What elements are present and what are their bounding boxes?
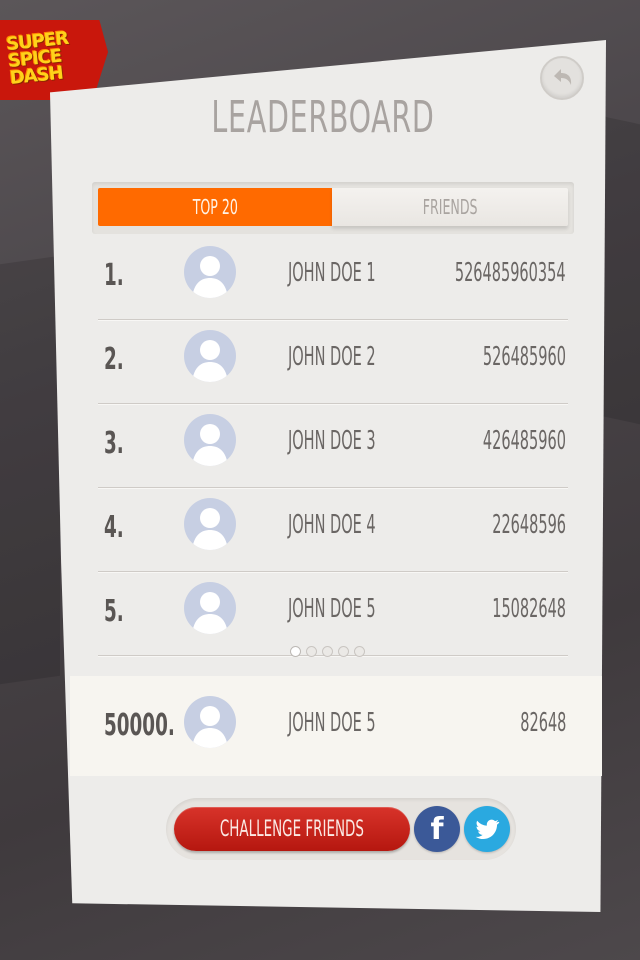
- page-dot-2[interactable]: [306, 646, 317, 657]
- page-indicator: [290, 646, 365, 657]
- avatar: [184, 582, 236, 634]
- row-score: 22648596: [492, 510, 566, 540]
- logo-text: SUPER SPICE DASH: [5, 28, 91, 89]
- user-silhouette-icon: [192, 508, 228, 550]
- leaderboard-row[interactable]: 5. JOHN DOE 5 15082648: [98, 572, 568, 656]
- twitter-icon: [475, 819, 500, 840]
- tab-bar: TOP 20 FRIENDS: [92, 182, 574, 234]
- row-score: 426485960: [482, 426, 566, 456]
- avatar: [184, 414, 236, 466]
- user-silhouette-icon: [192, 706, 228, 748]
- tab-friends[interactable]: FRIENDS: [332, 188, 568, 226]
- row-score: 15082648: [492, 594, 566, 624]
- row-rank: 5.: [104, 594, 124, 629]
- background-shard: [0, 255, 60, 685]
- row-rank: 3.: [104, 426, 124, 461]
- avatar: [184, 696, 236, 748]
- my-name: JOHN DOE 5: [288, 708, 376, 738]
- page-dot-1[interactable]: [290, 646, 301, 657]
- my-rank-row[interactable]: 50000. JOHN DOE 5 82648: [98, 686, 568, 770]
- row-score: 526485960354: [455, 258, 566, 288]
- row-score: 526485960: [482, 342, 566, 372]
- back-button[interactable]: [540, 56, 584, 100]
- my-rank: 50000.: [104, 708, 175, 743]
- game-logo: SUPER SPICE DASH: [0, 20, 108, 100]
- row-rank: 2.: [104, 342, 124, 377]
- page-dot-5[interactable]: [354, 646, 365, 657]
- page-dot-3[interactable]: [322, 646, 333, 657]
- row-name: JOHN DOE 3: [288, 426, 376, 456]
- back-arrow-icon: [554, 69, 572, 85]
- user-silhouette-icon: [192, 256, 228, 298]
- challenge-friends-label: CHALLENGE FRIENDS: [219, 816, 365, 842]
- twitter-button[interactable]: [464, 806, 510, 852]
- user-silhouette-icon: [192, 340, 228, 382]
- row-rank: 1.: [104, 258, 124, 293]
- tab-friends-label: FRIENDS: [422, 195, 478, 219]
- facebook-icon: f: [430, 811, 444, 847]
- user-silhouette-icon: [192, 424, 228, 466]
- tab-top-20-label: TOP 20: [192, 195, 238, 219]
- leaderboard-row[interactable]: 3. JOHN DOE 3 426485960: [98, 404, 568, 488]
- leaderboard-row[interactable]: 4. JOHN DOE 4 22648596: [98, 488, 568, 572]
- leaderboard-row[interactable]: 1. JOHN DOE 1 526485960354: [98, 236, 568, 320]
- row-name: JOHN DOE 2: [288, 342, 376, 372]
- challenge-friends-button[interactable]: CHALLENGE FRIENDS: [174, 807, 410, 851]
- avatar: [184, 330, 236, 382]
- row-name: JOHN DOE 5: [288, 594, 376, 624]
- facebook-button[interactable]: f: [414, 806, 460, 852]
- user-silhouette-icon: [192, 592, 228, 634]
- row-name: JOHN DOE 1: [288, 258, 376, 288]
- leaderboard-row[interactable]: 2. JOHN DOE 2 526485960: [98, 320, 568, 404]
- avatar: [184, 498, 236, 550]
- page-title: LEADERBOARD: [211, 92, 435, 143]
- tab-top-20[interactable]: TOP 20: [98, 188, 332, 226]
- page-dot-4[interactable]: [338, 646, 349, 657]
- row-name: JOHN DOE 4: [288, 510, 376, 540]
- my-score: 82648: [519, 708, 566, 738]
- avatar: [184, 246, 236, 298]
- row-rank: 4.: [104, 510, 124, 545]
